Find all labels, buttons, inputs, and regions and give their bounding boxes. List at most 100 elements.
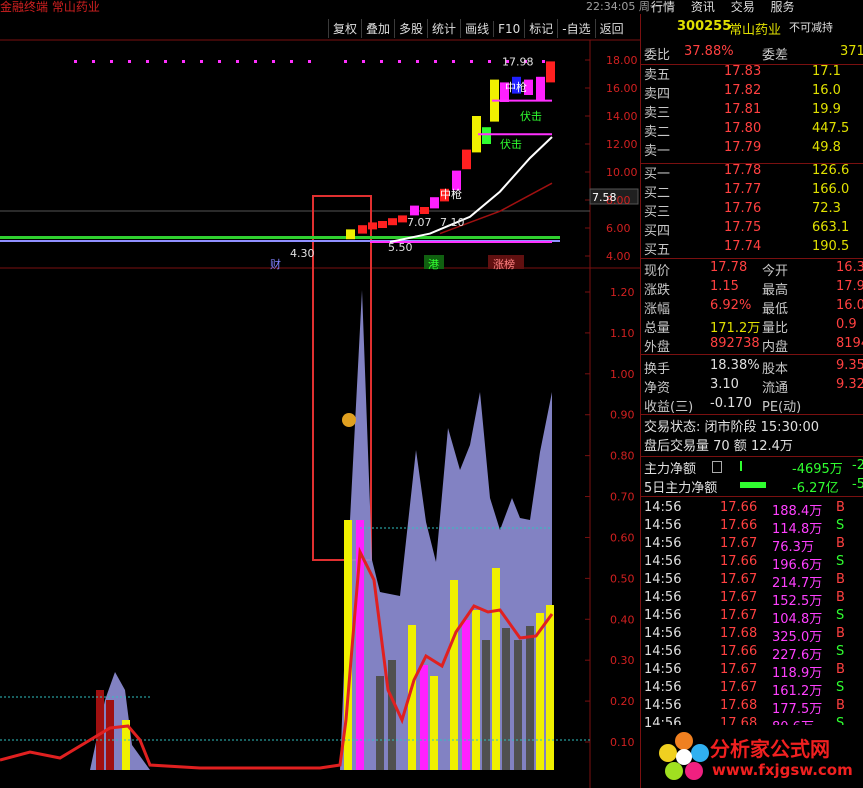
weibi-label: 委比 (644, 48, 671, 63)
chart-annotation: 17.98 (502, 56, 534, 69)
candle (346, 229, 355, 240)
tick-side: B (836, 572, 845, 587)
quote-label: 换手 (644, 362, 671, 377)
quote-value: 171.2万 (710, 321, 761, 336)
signal-dot (470, 60, 473, 63)
order-row-buy: 买二 17.77 166.0 (644, 182, 863, 201)
nav-zixun[interactable]: 资讯 (691, 0, 715, 15)
order-price: 17.81 (724, 102, 762, 117)
signal-dot (218, 60, 221, 63)
order-volume: 17.1 (812, 64, 841, 79)
nav-hangqing[interactable]: 行情 (651, 0, 675, 15)
order-row-sell: 卖二 17.80 447.5 (644, 121, 863, 140)
order-label: 买一 (644, 167, 671, 182)
signal-dot (398, 60, 401, 63)
ma-line-green (0, 236, 560, 239)
signal-dot (236, 60, 239, 63)
indicator-bar (420, 665, 428, 770)
chart-annotation: 伏击 (520, 109, 542, 123)
quote-value: 9.35 (836, 358, 863, 373)
tick-row: 14:56 17.67 76.3万 B (644, 536, 863, 555)
quote-value: 81940 (836, 336, 863, 351)
order-label: 买四 (644, 224, 671, 239)
quote-row: 外盘 892738内盘 81940 (644, 336, 863, 355)
order-volume: 190.5 (812, 239, 850, 254)
quote-value: 16.3 (836, 260, 863, 275)
tick-price: 17.66 (720, 500, 758, 515)
tick-side: B (836, 698, 845, 713)
tick-row: 14:56 17.67 118.9万 B (644, 662, 863, 681)
list-icon[interactable] (712, 461, 722, 473)
five-day-flow-bar (740, 482, 766, 488)
quote-label: 涨跌 (644, 283, 671, 298)
quote-label: 量比 (762, 321, 789, 336)
tick-side: S (836, 680, 845, 695)
chart-annotation: 7.10 (440, 216, 465, 229)
candle (410, 205, 419, 216)
quote-label: 外盘 (644, 340, 671, 355)
order-price: 17.76 (724, 201, 762, 216)
order-label: 卖一 (644, 144, 671, 159)
candle (430, 197, 439, 209)
indicator-bar (388, 660, 396, 770)
order-row-sell: 卖一 17.79 49.8 (644, 140, 863, 159)
main-flow-row: 主力净额 -4695万 -2 (644, 458, 863, 477)
chart-annotation: 7.07 (407, 216, 432, 229)
indicator-tick-label: 1.00 (610, 368, 635, 381)
divider (640, 258, 863, 259)
tick-row: 14:56 17.68 177.5万 B (644, 698, 863, 717)
quote-row: 换手 18.38% 股本 9.35 (644, 358, 863, 377)
tick-side: B (836, 536, 845, 551)
signal-dot (380, 60, 383, 63)
tick-side: B (836, 626, 845, 641)
weicha-value: 371 (840, 44, 863, 59)
tick-time: 14:56 (644, 680, 682, 695)
tick-row: 14:56 17.67 152.5万 B (644, 590, 863, 609)
tick-side: B (836, 500, 845, 515)
order-price: 17.78 (724, 163, 762, 178)
signal-dot (452, 60, 455, 63)
quote-label: 最高 (762, 283, 789, 298)
indicator-tick-label: 0.90 (610, 409, 635, 422)
signal-dot (290, 60, 293, 63)
candle (420, 207, 429, 214)
order-row-sell: 卖五 17.83 17.1 (644, 64, 863, 83)
signal-dot (416, 60, 419, 63)
indicator-bar (450, 580, 458, 770)
signal-dot (200, 60, 203, 63)
main-flow-value: -4695万 (792, 462, 843, 477)
nav-jiaoyi[interactable]: 交易 (731, 0, 755, 15)
chart-annotation: 5.50 (388, 241, 413, 254)
order-volume: 663.1 (812, 220, 850, 235)
tick-volume: 152.5万 (772, 594, 823, 609)
tick-volume: 214.7万 (772, 576, 823, 591)
divider (640, 456, 863, 457)
indicator-tick-label: 0.50 (610, 572, 635, 585)
order-price: 17.77 (724, 182, 762, 197)
main-flow-extra: -2 (852, 458, 863, 473)
order-row-buy: 买四 17.75 663.1 (644, 220, 863, 239)
tick-price: 17.66 (720, 644, 758, 659)
tick-side: S (836, 608, 845, 623)
chart-annotation: 财 (270, 257, 281, 271)
tick-price: 17.67 (720, 590, 758, 605)
signal-dot (146, 60, 149, 63)
tick-volume: 104.8万 (772, 612, 823, 627)
indicator-tick-label: 1.20 (610, 286, 635, 299)
nav-fuwu[interactable]: 服务 (771, 0, 795, 15)
quote-label: 今开 (762, 264, 789, 279)
tick-time: 14:56 (644, 500, 682, 515)
watermark-title: 分析家公式网 (710, 737, 830, 761)
tick-time: 14:56 (644, 608, 682, 623)
tick-volume: 118.9万 (772, 666, 823, 681)
signal-dot (344, 60, 347, 63)
tick-volume: 161.2万 (772, 684, 823, 699)
order-price: 17.79 (724, 140, 762, 155)
indicator-tick-label: 0.40 (610, 613, 635, 626)
signal-dot (92, 60, 95, 63)
signal-dot (128, 60, 131, 63)
kline-chart[interactable]: 18.0016.0014.0012.0010.008.006.004.001.2… (0, 0, 640, 788)
weibi-value: 37.88% (684, 44, 734, 59)
candle (398, 215, 407, 223)
quote-label: 流通 (762, 381, 789, 396)
